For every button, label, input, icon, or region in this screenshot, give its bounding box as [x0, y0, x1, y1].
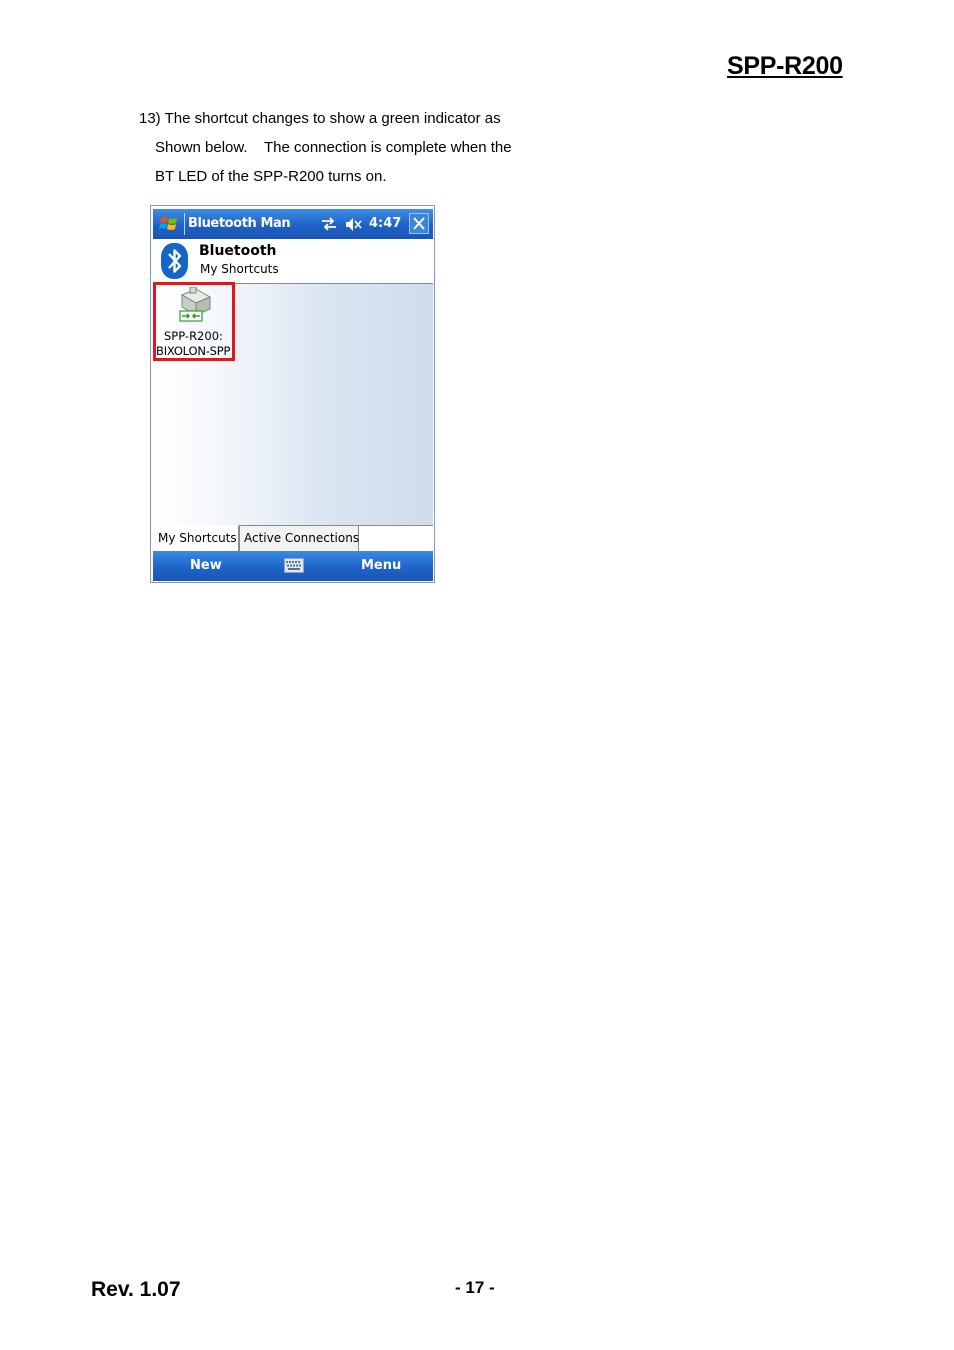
document-title: SPP-R200 [727, 52, 843, 80]
title-separator [184, 213, 185, 235]
header-title: Bluetooth [199, 243, 277, 259]
paragraph-line-3: BT LED of the SPP-R200 turns on. [155, 168, 387, 185]
shortcuts-area: SPP-R200: BIXOLON-SPP [153, 282, 433, 525]
close-icon [413, 217, 425, 230]
new-softkey[interactable]: New [190, 558, 222, 573]
header-subtitle: My Shortcuts [200, 262, 279, 276]
shortcut-label-line2: BIXOLON-SPP [156, 344, 231, 358]
windows-flag-icon[interactable] [158, 214, 180, 234]
shortcut-spp-r200[interactable]: SPP-R200: BIXOLON-SPP [153, 282, 235, 361]
shortcut-label-line1: SPP-R200: [164, 329, 223, 343]
serial-port-connected-icon [179, 287, 212, 322]
app-header: Bluetooth My Shortcuts [153, 239, 433, 284]
title-bar: Bluetooth Manager 4:47 [153, 209, 433, 239]
connectivity-icon[interactable] [321, 217, 337, 231]
clock[interactable]: 4:47 [369, 216, 401, 231]
menu-bar: New Menu [153, 551, 433, 581]
tab-active-connections[interactable]: Active Connections [239, 526, 359, 551]
window-title: Bluetooth Manager [188, 216, 291, 231]
bluetooth-icon [161, 243, 188, 279]
keyboard-icon[interactable] [284, 558, 304, 573]
paragraph-line-1: 13) The shortcut changes to show a green… [139, 110, 501, 127]
tab-strip: My Shortcuts Active Connections [153, 525, 433, 551]
speaker-muted-icon[interactable] [345, 217, 363, 232]
paragraph-line-2: Shown below. The connection is complete … [155, 139, 512, 156]
page-number: - 17 - [455, 1278, 495, 1297]
tab-my-shortcuts[interactable]: My Shortcuts [153, 525, 239, 551]
revision-label: Rev. 1.07 [91, 1278, 181, 1301]
close-button[interactable] [409, 213, 429, 234]
menu-softkey[interactable]: Menu [361, 558, 401, 573]
device-screenshot: Bluetooth Manager 4:47 Bluetooth My Shor… [150, 205, 435, 583]
